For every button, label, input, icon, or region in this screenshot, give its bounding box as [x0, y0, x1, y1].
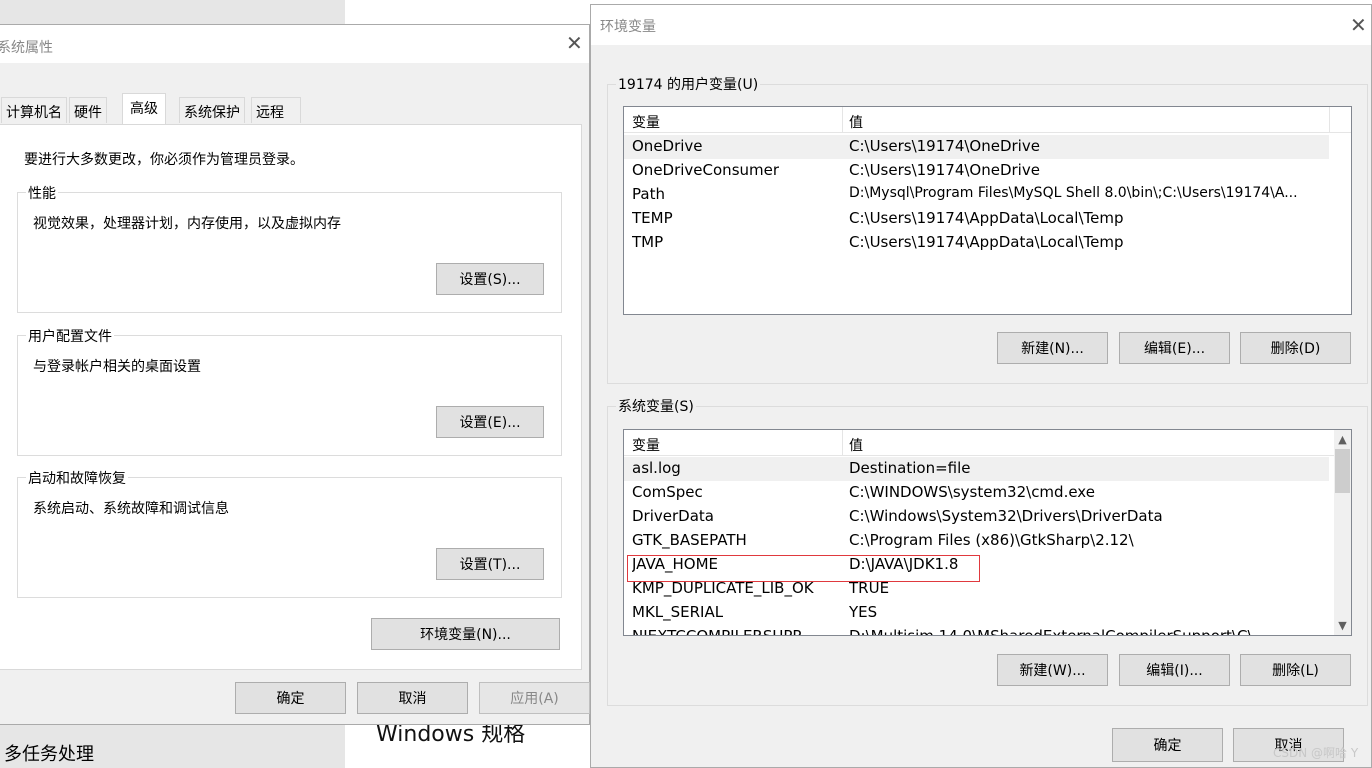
system-list-header: 变量 值: [624, 430, 1351, 456]
variable-value: D:\Multisim 14.0\MSharedExternalCompiler…: [849, 627, 1253, 636]
variable-value: C:\WINDOWS\system32\cmd.exe: [849, 483, 1095, 501]
performance-group: 性能 视觉效果，处理器计划，内存使用，以及虚拟内存 设置(S)...: [17, 183, 562, 313]
system-properties-title: 系统属性: [0, 40, 53, 56]
scroll-down-icon[interactable]: ▼: [1334, 617, 1351, 634]
admin-note: 要进行大多数更改，你必须作为管理员登录。: [24, 152, 304, 168]
list-item[interactable]: TMP C:\Users\19174\AppData\Local\Temp: [624, 231, 1351, 255]
env-ok-button[interactable]: 确定: [1112, 728, 1223, 762]
scroll-up-icon[interactable]: ▲: [1334, 431, 1351, 448]
highlight-box: [627, 555, 980, 582]
variable-value: C:\Users\19174\OneDrive: [849, 161, 1040, 179]
list-item[interactable]: OneDriveConsumer C:\Users\19174\OneDrive: [624, 159, 1351, 183]
column-header-variable[interactable]: 变量: [632, 112, 660, 132]
variable-value: D:\Mysql\Program Files\MySQL Shell 8.0\b…: [849, 185, 1298, 201]
list-item[interactable]: Path D:\Mysql\Program Files\MySQL Shell …: [624, 183, 1351, 207]
cancel-button[interactable]: 取消: [357, 682, 468, 714]
performance-group-title: 性能: [26, 183, 58, 203]
user-profiles-desc: 与登录帐户相关的桌面设置: [33, 359, 201, 375]
list-item[interactable]: asl.log Destination=file: [624, 457, 1329, 481]
ok-button[interactable]: 确定: [235, 682, 346, 714]
user-profiles-settings-button[interactable]: 设置(E)...: [436, 406, 544, 438]
variable-name: OneDriveConsumer: [632, 161, 780, 179]
list-item[interactable]: OneDrive C:\Users\19174\OneDrive: [624, 135, 1329, 159]
variable-value: C:\Windows\System32\Drivers\DriverData: [849, 507, 1163, 525]
tab-panel-advanced: 要进行大多数更改，你必须作为管理员登录。 性能 视觉效果，处理器计划，内存使用，…: [0, 124, 582, 670]
system-new-button[interactable]: 新建(W)...: [997, 654, 1108, 686]
user-variables-list[interactable]: 变量 值 OneDrive C:\Users\19174\OneDrive On…: [623, 106, 1352, 315]
variable-name: ComSpec: [632, 483, 703, 501]
user-new-button[interactable]: 新建(N)...: [997, 332, 1108, 364]
variable-name: TMP: [632, 233, 664, 251]
variable-value: Destination=file: [849, 459, 971, 477]
system-variables-list[interactable]: 变量 值 asl.log Destination=file ComSpec C:…: [623, 429, 1352, 636]
system-variables-title: 系统变量(S): [616, 396, 696, 416]
background-caption-multitasking: 多任务处理: [4, 744, 94, 765]
variable-value: C:\Users\19174\OneDrive: [849, 137, 1040, 155]
list-item[interactable]: ComSpec C:\WINDOWS\system32\cmd.exe: [624, 481, 1351, 505]
performance-settings-button[interactable]: 设置(S)...: [436, 263, 544, 295]
apply-button[interactable]: 应用(A): [479, 682, 590, 714]
user-edit-button[interactable]: 编辑(E)...: [1119, 332, 1230, 364]
system-delete-button[interactable]: 删除(L): [1240, 654, 1351, 686]
env-titlebar: 环境变量 ✕: [591, 5, 1371, 45]
variable-name: asl.log: [632, 459, 681, 477]
column-header-value[interactable]: 值: [849, 112, 863, 132]
user-delete-button[interactable]: 删除(D): [1240, 332, 1351, 364]
column-separator[interactable]: [842, 430, 843, 456]
user-profiles-group: 用户配置文件 与登录帐户相关的桌面设置 设置(E)...: [17, 326, 562, 456]
tab-advanced[interactable]: 高级: [122, 93, 166, 124]
column-separator[interactable]: [1329, 107, 1330, 133]
vertical-scrollbar[interactable]: ▲ ▼: [1334, 430, 1351, 635]
list-item[interactable]: TEMP C:\Users\19174\AppData\Local\Temp: [624, 207, 1351, 231]
column-separator[interactable]: [842, 107, 843, 133]
user-profiles-group-title: 用户配置文件: [26, 326, 114, 346]
env-title: 环境变量: [600, 19, 656, 35]
startup-recovery-group: 启动和故障恢复 系统启动、系统故障和调试信息 设置(T)...: [17, 468, 562, 598]
tab-computer-name[interactable]: 计算机名: [1, 97, 67, 123]
user-list-header: 变量 值: [624, 107, 1351, 133]
startup-recovery-desc: 系统启动、系统故障和调试信息: [33, 501, 229, 517]
variable-name: MKL_SERIAL: [632, 603, 724, 621]
variable-name: DriverData: [632, 507, 714, 525]
system-properties-dialog: 系统属性 ✕ 要进行大多数更改，你必须作为管理员登录。 性能 视觉效果，处理器计…: [0, 24, 590, 725]
list-item[interactable]: DriverData C:\Windows\System32\Drivers\D…: [624, 505, 1351, 529]
system-properties-titlebar: 系统属性 ✕: [0, 25, 589, 63]
startup-recovery-settings-button[interactable]: 设置(T)...: [436, 548, 544, 580]
variable-name: Path: [632, 185, 665, 203]
column-header-value[interactable]: 值: [849, 435, 863, 455]
watermark: CSDN @啊哈 Y: [1273, 746, 1359, 760]
scroll-thumb[interactable]: [1335, 449, 1350, 493]
variable-name: GTK_BASEPATH: [632, 531, 747, 549]
environment-variables-button[interactable]: 环境变量(N)...: [371, 618, 560, 650]
startup-recovery-group-title: 启动和故障恢复: [26, 468, 128, 488]
tab-system-protection[interactable]: 系统保护: [179, 97, 245, 123]
variable-name: TEMP: [632, 209, 673, 227]
list-item[interactable]: NIEXTCCOMPILERSUPP D:\Multisim 14.0\MSha…: [624, 625, 1351, 636]
variable-value: C:\Users\19174\AppData\Local\Temp: [849, 233, 1124, 251]
close-icon[interactable]: ✕: [566, 31, 583, 55]
tab-remote[interactable]: 远程: [251, 97, 301, 123]
variable-value: C:\Users\19174\AppData\Local\Temp: [849, 209, 1124, 227]
performance-desc: 视觉效果，处理器计划，内存使用，以及虚拟内存: [33, 216, 341, 232]
environment-variables-dialog: 环境变量 ✕ 19174 的用户变量(U) 变量 值 OneDrive C:\U…: [590, 4, 1372, 768]
system-edit-button[interactable]: 编辑(I)...: [1119, 654, 1230, 686]
variable-name: OneDrive: [632, 137, 703, 155]
tab-hardware[interactable]: 硬件: [69, 97, 107, 123]
column-header-variable[interactable]: 变量: [632, 435, 660, 455]
list-item[interactable]: GTK_BASEPATH C:\Program Files (x86)\GtkS…: [624, 529, 1351, 553]
variable-value: C:\Program Files (x86)\GtkSharp\2.12\: [849, 531, 1134, 549]
variable-value: YES: [849, 603, 878, 621]
user-variables-title: 19174 的用户变量(U): [616, 74, 761, 94]
list-item[interactable]: MKL_SERIAL YES: [624, 601, 1351, 625]
close-icon[interactable]: ✕: [1350, 13, 1367, 37]
variable-name: NIEXTCCOMPILERSUPP: [632, 627, 802, 636]
